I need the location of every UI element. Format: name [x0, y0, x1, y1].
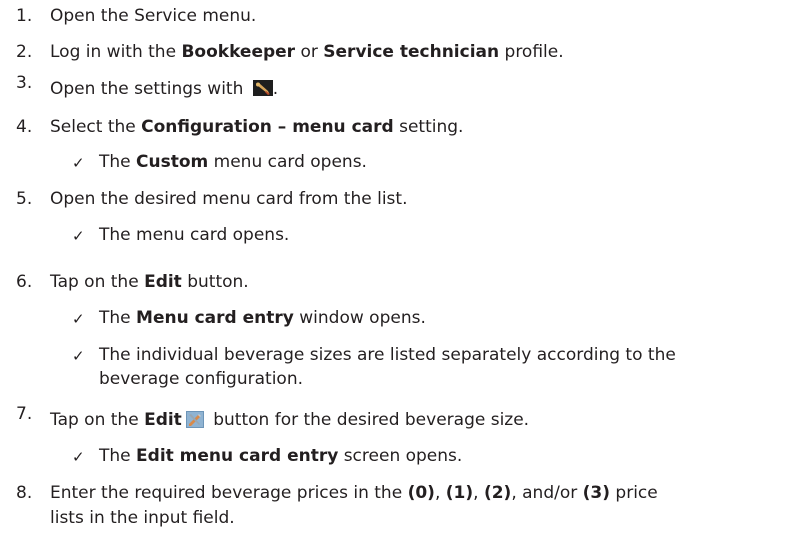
checkmark-icon: ✓	[72, 227, 85, 245]
result-text: The Edit menu card entry screen opens.	[99, 446, 463, 466]
checkmark-icon: ✓	[72, 310, 85, 328]
step-text: Open the desired menu card from the list…	[50, 189, 408, 209]
result-text-line-2: beverage configuration.	[99, 369, 303, 389]
step-text: Tap on the Edit button.	[50, 272, 249, 292]
step-text: Log in with the Bookkeeper or Service te…	[50, 42, 564, 62]
step-number: 1.	[16, 6, 33, 26]
step-text: Select the Configuration – menu card set…	[50, 117, 464, 137]
step-number: 4.	[16, 117, 33, 137]
edit-icon	[185, 411, 204, 428]
step-text: Open the settings with .	[50, 79, 279, 99]
step-number: 3.	[16, 73, 33, 93]
instruction-page: 1. Open the Service menu. 2. Log in with…	[0, 0, 812, 548]
checkmark-icon: ✓	[72, 154, 85, 172]
step-number: 8.	[16, 483, 33, 503]
result-text: The Menu card entry window opens.	[99, 308, 426, 328]
result-text: The menu card opens.	[99, 225, 290, 245]
wrench-icon	[252, 80, 273, 96]
step-text-line-2: lists in the input field.	[50, 508, 235, 528]
result-text: The Custom menu card opens.	[99, 152, 367, 172]
checkmark-icon: ✓	[72, 448, 85, 466]
step-text: Open the Service menu.	[50, 6, 257, 26]
step-number: 5.	[16, 189, 33, 209]
step-text: Tap on the Edit button for the desired b…	[50, 410, 530, 430]
step-number: 2.	[16, 42, 33, 62]
step-number: 6.	[16, 272, 33, 292]
step-text-line-1: Enter the required beverage prices in th…	[50, 483, 658, 503]
checkmark-icon: ✓	[72, 347, 85, 365]
result-text-line-1: The individual beverage sizes are listed…	[99, 345, 676, 365]
step-number: 7.	[16, 404, 33, 424]
